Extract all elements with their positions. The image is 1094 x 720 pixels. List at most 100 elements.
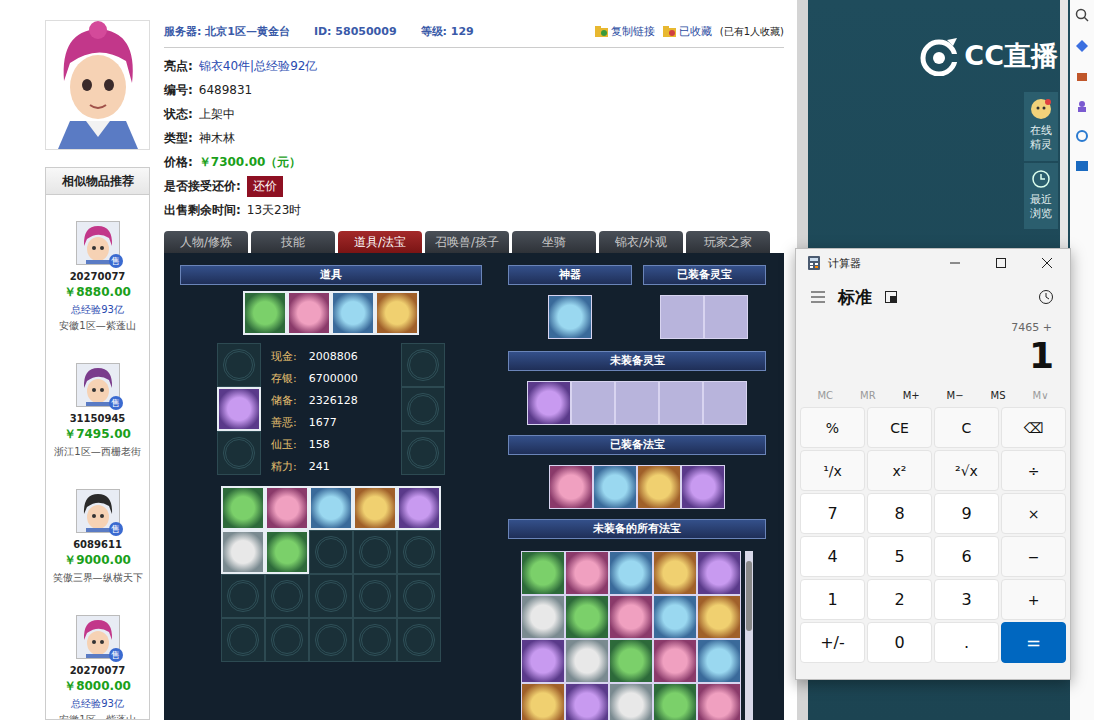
item-slot[interactable]: [353, 486, 397, 530]
fabao-slot[interactable]: [609, 683, 653, 720]
similar-avatar[interactable]: 售: [76, 615, 120, 659]
item-slot[interactable]: [309, 530, 353, 574]
bag-icon[interactable]: [1076, 70, 1088, 82]
item-slot[interactable]: [397, 574, 441, 618]
tab[interactable]: 召唤兽/孩子: [425, 231, 509, 253]
calc-key[interactable]: ÷: [1001, 450, 1066, 491]
fabao-scrollbar[interactable]: [745, 551, 753, 720]
similar-note[interactable]: 总经验93亿: [71, 697, 124, 711]
memory-button[interactable]: M−: [947, 390, 964, 401]
memory-button[interactable]: MS: [991, 390, 1006, 401]
fabao-slot[interactable]: [593, 465, 637, 509]
fabao-slot[interactable]: [565, 683, 609, 720]
calc-key[interactable]: −: [1001, 536, 1066, 577]
circle-icon[interactable]: [1076, 130, 1088, 142]
calc-key[interactable]: ¹/x: [800, 450, 865, 491]
fabao-slot[interactable]: [681, 465, 725, 509]
item-slot[interactable]: [217, 387, 261, 431]
item-slot[interactable]: [401, 387, 445, 431]
search-icon[interactable]: [1075, 8, 1089, 22]
similar-note[interactable]: 总经验93亿: [71, 303, 124, 317]
item-slot[interactable]: [221, 574, 265, 618]
extension-icon[interactable]: [1076, 40, 1088, 52]
maximize-icon[interactable]: [978, 249, 1024, 277]
tab[interactable]: 道具/法宝: [338, 231, 422, 253]
calc-titlebar[interactable]: 计算器: [796, 249, 1070, 277]
tab[interactable]: 坐骑: [512, 231, 596, 253]
fabao-slot[interactable]: [549, 465, 593, 509]
fabao-slot[interactable]: [697, 639, 741, 683]
fabao-slot[interactable]: [521, 595, 565, 639]
item-slot[interactable]: [265, 618, 309, 662]
fabao-slot[interactable]: [637, 465, 681, 509]
item-slot[interactable]: [217, 431, 261, 475]
item-slot[interactable]: [375, 291, 419, 335]
calc-key[interactable]: 7: [800, 493, 865, 534]
item-slot[interactable]: [309, 618, 353, 662]
fabao-slot[interactable]: [565, 595, 609, 639]
bargain-button[interactable]: 还价: [247, 176, 283, 197]
calc-key[interactable]: 4: [800, 536, 865, 577]
fabao-slot[interactable]: [609, 551, 653, 595]
similar-item[interactable]: 售31150945￥7495.00浙江1区—西栅老街: [46, 337, 149, 463]
calc-key[interactable]: ×: [1001, 493, 1066, 534]
item-slot[interactable]: [265, 530, 309, 574]
person-icon[interactable]: [1076, 100, 1088, 112]
calc-key[interactable]: ²√x: [934, 450, 999, 491]
side-button[interactable]: 在线精灵: [1024, 92, 1058, 161]
fabao-slot[interactable]: [565, 639, 609, 683]
item-slot[interactable]: [353, 618, 397, 662]
fabao-slot[interactable]: [697, 595, 741, 639]
close-icon[interactable]: [1024, 249, 1070, 277]
minimize-icon[interactable]: [932, 249, 978, 277]
similar-item[interactable]: 售20270077￥8880.00总经验93亿安徽1区—紫蓬山: [46, 195, 149, 337]
fabao-slot[interactable]: [653, 639, 697, 683]
item-slot[interactable]: [309, 486, 353, 530]
item-slot[interactable]: [287, 291, 331, 335]
calc-key[interactable]: =: [1001, 622, 1066, 663]
item-slot[interactable]: [217, 343, 261, 387]
item-slot[interactable]: [265, 486, 309, 530]
fabao-slot[interactable]: [697, 551, 741, 595]
item-slot[interactable]: [401, 343, 445, 387]
info-value[interactable]: 锦衣40件|总经验92亿: [199, 58, 318, 75]
calc-key[interactable]: 0: [867, 622, 932, 663]
item-slot[interactable]: [353, 530, 397, 574]
fabao-slot[interactable]: [521, 683, 565, 720]
fabao-slot[interactable]: [565, 551, 609, 595]
item-slot[interactable]: [331, 291, 375, 335]
header-action[interactable]: 已收藏: [663, 24, 712, 39]
similar-item[interactable]: 售20270077￥8000.00总经验93亿安徽1区—紫蓬山: [46, 589, 149, 720]
tab[interactable]: 技能: [251, 231, 335, 253]
calc-key[interactable]: 5: [867, 536, 932, 577]
fabao-slot[interactable]: [653, 683, 697, 720]
item-slot[interactable]: [265, 574, 309, 618]
item-slot[interactable]: [397, 530, 441, 574]
lingbao-slot[interactable]: [659, 381, 703, 425]
calc-key[interactable]: 9: [934, 493, 999, 534]
item-slot[interactable]: [243, 291, 287, 335]
keep-on-top-icon[interactable]: [884, 290, 898, 304]
calc-key[interactable]: +/-: [800, 622, 865, 663]
artifact-slot[interactable]: [548, 295, 592, 339]
similar-avatar[interactable]: 售: [76, 363, 120, 407]
menu-icon[interactable]: [810, 290, 826, 304]
calc-key[interactable]: 3: [934, 579, 999, 620]
fabao-slot[interactable]: [653, 551, 697, 595]
item-slot[interactable]: [397, 486, 441, 530]
fabao-slot[interactable]: [521, 551, 565, 595]
tab[interactable]: 玩家之家: [686, 231, 770, 253]
lingbao-slot[interactable]: [704, 295, 748, 339]
similar-avatar[interactable]: 售: [76, 221, 120, 265]
fabao-slot[interactable]: [697, 683, 741, 720]
history-icon[interactable]: [1038, 289, 1054, 305]
lingbao-slot[interactable]: [571, 381, 615, 425]
lingbao-slot[interactable]: [660, 295, 704, 339]
item-slot[interactable]: [309, 574, 353, 618]
calc-key[interactable]: ⌫: [1001, 407, 1066, 448]
calc-key[interactable]: %: [800, 407, 865, 448]
fabao-slot[interactable]: [609, 595, 653, 639]
item-slot[interactable]: [397, 618, 441, 662]
calc-key[interactable]: 6: [934, 536, 999, 577]
overlay-scrollbar[interactable]: [1060, 0, 1068, 250]
